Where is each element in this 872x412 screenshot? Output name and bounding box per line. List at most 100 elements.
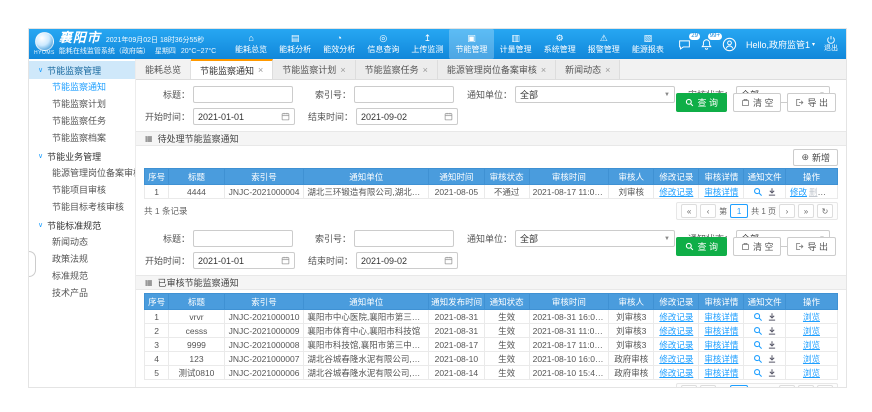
tab-0[interactable]: 能耗总览 — [136, 60, 191, 79]
logout-button[interactable]: 退出 — [824, 35, 838, 53]
row-op-link[interactable]: 浏览 — [803, 368, 820, 378]
sidebar-item-2-0[interactable]: 新闻动态 — [29, 234, 135, 251]
export-button-2[interactable]: 导 出 — [787, 237, 836, 256]
tab-4[interactable]: 能源管理岗位备案审核× — [438, 60, 556, 79]
download-file-icon[interactable] — [767, 354, 777, 364]
sidebar-item-1-1[interactable]: 节能项目审核 — [29, 182, 135, 199]
row-op-link[interactable]: 浏览 — [828, 187, 838, 197]
nav-item-upload[interactable]: ↥上传监测 — [405, 29, 449, 59]
sidebar-item-2-1[interactable]: 政策法规 — [29, 251, 135, 268]
download-file-icon[interactable] — [767, 368, 777, 378]
title-input[interactable] — [193, 86, 293, 103]
preview-file-icon[interactable] — [753, 340, 763, 350]
row-op-link[interactable]: 浏览 — [803, 340, 820, 350]
clear-button-2[interactable]: 清 空 — [733, 237, 782, 256]
close-icon[interactable]: × — [541, 65, 546, 75]
query-button[interactable]: 查 询 — [676, 93, 727, 112]
refresh-icon[interactable]: ↻ — [817, 385, 833, 387]
prev-page-button[interactable]: ‹ — [700, 204, 716, 218]
sidebar-group-0[interactable]: ∨节能监察管理 — [29, 61, 135, 79]
close-icon[interactable]: × — [340, 65, 345, 75]
audit-detail-link[interactable]: 审核详情 — [704, 326, 738, 336]
next-page-button[interactable]: › — [779, 385, 795, 387]
tab-1[interactable]: 节能监察通知× — [191, 59, 273, 79]
preview-file-icon[interactable] — [753, 368, 763, 378]
end-date-picker[interactable]: 2021-09-02 — [356, 108, 458, 125]
export-button[interactable]: 导 出 — [787, 93, 836, 112]
close-icon[interactable]: × — [605, 65, 610, 75]
download-file-icon[interactable] — [767, 326, 777, 336]
modify-record-link[interactable]: 修改记录 — [659, 187, 693, 197]
notify-unit-select[interactable]: 全部 ▼ — [515, 86, 675, 103]
notify-unit-select-2[interactable]: 全部 ▼ — [515, 230, 675, 247]
preview-file-icon[interactable] — [753, 312, 763, 322]
download-file-icon[interactable] — [767, 340, 777, 350]
start-date-picker[interactable]: 2021-01-01 — [193, 108, 295, 125]
nav-item-home[interactable]: ⌂能耗总览 — [229, 29, 273, 59]
end-date-picker-2[interactable]: 2021-09-02 — [356, 252, 458, 269]
index-input[interactable] — [354, 86, 454, 103]
sidebar-item-1-0[interactable]: 能源管理岗位备案审核 — [29, 165, 135, 182]
sidebar-item-2-2[interactable]: 标准规范 — [29, 268, 135, 285]
audit-detail-link[interactable]: 审核详情 — [704, 354, 738, 364]
last-page-button[interactable]: » — [798, 204, 814, 218]
close-icon[interactable]: × — [258, 65, 263, 75]
clear-button[interactable]: 清 空 — [733, 93, 782, 112]
nav-item-gear[interactable]: ⚙系统管理 — [538, 29, 582, 59]
tab-3[interactable]: 节能监察任务× — [356, 60, 438, 79]
download-file-icon[interactable] — [767, 187, 777, 197]
refresh-icon[interactable]: ↻ — [817, 204, 833, 218]
preview-file-icon[interactable] — [753, 354, 763, 364]
row-op-link[interactable]: 浏览 — [803, 354, 820, 364]
row-op-link[interactable]: 浏览 — [803, 312, 820, 322]
start-date-picker-2[interactable]: 2021-01-01 — [193, 252, 295, 269]
first-page-button[interactable]: « — [681, 385, 697, 387]
add-button[interactable]: ⊕ 新增 — [793, 149, 838, 166]
nav-item-bar-chart[interactable]: ▤能耗分析 — [273, 29, 317, 59]
nav-item-shield[interactable]: ▣节能管理 — [449, 29, 493, 59]
last-page-button[interactable]: » — [798, 385, 814, 387]
nav-item-gauge[interactable]: ◔能效分析 — [317, 29, 361, 59]
sidebar-group-2[interactable]: ∨节能标准规范 — [29, 216, 135, 234]
tab-5[interactable]: 新闻动态× — [556, 60, 620, 79]
sidebar-item-0-3[interactable]: 节能监察档案 — [29, 130, 135, 147]
modify-record-link[interactable]: 修改记录 — [659, 354, 693, 364]
query-button-2[interactable]: 查 询 — [676, 237, 727, 256]
bell-icon[interactable]: 99+ — [700, 38, 713, 51]
message-icon[interactable]: 29 — [678, 38, 691, 51]
sidebar-collapse-handle[interactable] — [29, 251, 36, 277]
nav-item-report[interactable]: ▧能源报表 — [626, 29, 670, 59]
prev-page-button[interactable]: ‹ — [700, 385, 716, 387]
preview-file-icon[interactable] — [753, 326, 763, 336]
audit-detail-link[interactable]: 审核详情 — [704, 187, 738, 197]
index-input-2[interactable] — [354, 230, 454, 247]
tab-2[interactable]: 节能监察计划× — [273, 60, 355, 79]
sidebar-item-0-2[interactable]: 节能监察任务 — [29, 113, 135, 130]
nav-item-alarm[interactable]: ⚠报警管理 — [582, 29, 626, 59]
row-op-link[interactable]: 浏览 — [803, 326, 820, 336]
modify-record-link[interactable]: 修改记录 — [659, 340, 693, 350]
sidebar-item-1-2[interactable]: 节能目标考核审核 — [29, 199, 135, 216]
audit-detail-link[interactable]: 审核详情 — [704, 368, 738, 378]
sidebar-item-0-0[interactable]: 节能监察通知 — [29, 79, 135, 96]
sidebar-item-2-3[interactable]: 技术产品 — [29, 285, 135, 302]
download-file-icon[interactable] — [767, 312, 777, 322]
modify-record-link[interactable]: 修改记录 — [659, 368, 693, 378]
user-menu[interactable]: Hello,政府监管1 ▾ — [746, 38, 815, 51]
row-op-link[interactable]: 修改 — [790, 187, 807, 197]
audit-detail-link[interactable]: 审核详情 — [704, 340, 738, 350]
nav-item-meter[interactable]: ▥计量管理 — [494, 29, 538, 59]
current-page-input[interactable]: 1 — [730, 204, 748, 218]
first-page-button[interactable]: « — [681, 204, 697, 218]
sidebar-item-0-1[interactable]: 节能监察计划 — [29, 96, 135, 113]
modify-record-link[interactable]: 修改记录 — [659, 312, 693, 322]
nav-item-search[interactable]: ◎信息查询 — [361, 29, 405, 59]
avatar-icon[interactable] — [722, 37, 737, 52]
next-page-button[interactable]: › — [779, 204, 795, 218]
audit-detail-link[interactable]: 审核详情 — [704, 312, 738, 322]
preview-file-icon[interactable] — [753, 187, 763, 197]
sidebar-group-1[interactable]: ∨节能业务管理 — [29, 147, 135, 165]
close-icon[interactable]: × — [423, 65, 428, 75]
title-input-2[interactable] — [193, 230, 293, 247]
current-page-input[interactable]: 1 — [730, 385, 748, 387]
